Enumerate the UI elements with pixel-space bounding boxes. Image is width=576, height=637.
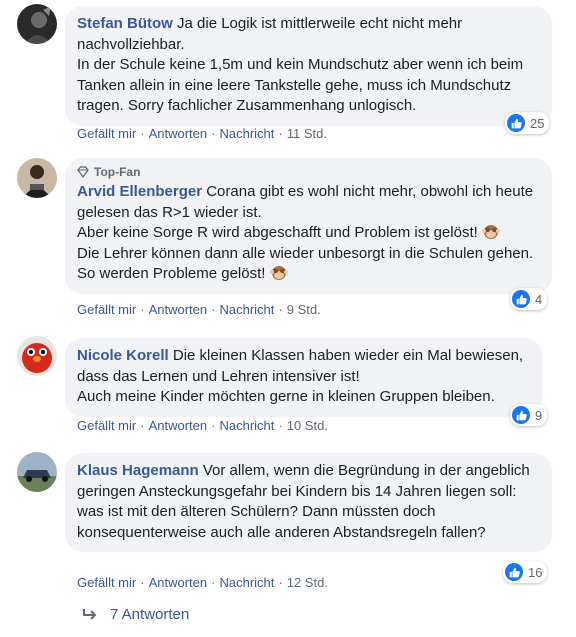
comment-text-continued: Die Lehrer können dann alle wieder unbes… <box>77 244 534 283</box>
thumbs-up-icon <box>507 114 525 132</box>
thumbs-up-icon <box>512 290 530 308</box>
timestamp[interactable]: 9 Std. <box>287 302 321 317</box>
comment-author[interactable]: Stefan Bütow <box>77 15 173 32</box>
reaction-number: 9 <box>535 407 543 423</box>
timestamp[interactable]: 11 Std. <box>287 126 327 141</box>
like-link[interactable]: Gefällt mir <box>77 575 136 590</box>
reaction-count[interactable]: 16 <box>503 561 548 583</box>
thumbs-up-icon <box>505 563 523 581</box>
replies-count-label: 7 Antworten <box>110 606 190 623</box>
message-link[interactable]: Nachricht <box>219 126 274 141</box>
avatar[interactable] <box>17 452 57 492</box>
comment-actions: Gefällt mir · Antworten · Nachricht · 10 Std. <box>77 418 328 433</box>
like-link[interactable]: Gefällt mir <box>77 302 136 317</box>
see-no-evil-monkey-icon <box>269 266 288 280</box>
like-link[interactable]: Gefällt mir <box>77 126 136 141</box>
message-link[interactable]: Nachricht <box>219 302 274 317</box>
view-replies-link[interactable]: 7 Antworten <box>82 606 189 623</box>
comment-actions: Gefällt mir · Antworten · Nachricht · 12 Std. <box>77 575 328 590</box>
comment-author[interactable]: Arvid Ellenberger <box>77 183 202 200</box>
comment-bubble: Klaus Hagemann Vor allem, wenn die Begrü… <box>65 453 552 552</box>
comment-bubble: Top-Fan Arvid Ellenberger Corana gibt es… <box>65 158 552 294</box>
message-link[interactable]: Nachricht <box>219 575 274 590</box>
comment-bubble: Nicole Korell Die kleinen Klassen haben … <box>65 338 542 417</box>
top-fan-label: Top-Fan <box>94 165 141 179</box>
reply-link[interactable]: Antworten <box>149 575 208 590</box>
comment-actions: Gefällt mir · Antworten · Nachricht · 9 Std. <box>77 302 321 317</box>
message-link[interactable]: Nachricht <box>219 418 274 433</box>
reaction-number: 25 <box>530 115 545 131</box>
reply-link[interactable]: Antworten <box>149 418 208 433</box>
reply-link[interactable]: Antworten <box>149 126 208 141</box>
diamond-icon <box>77 166 89 178</box>
timestamp[interactable]: 12 Std. <box>287 575 328 590</box>
top-fan-badge: Top-Fan <box>77 165 540 179</box>
comment-author[interactable]: Klaus Hagemann <box>77 462 199 479</box>
reply-link[interactable]: Antworten <box>149 302 208 317</box>
avatar[interactable] <box>17 336 57 376</box>
timestamp[interactable]: 10 Std. <box>287 418 328 433</box>
reaction-number: 16 <box>528 564 543 580</box>
see-no-evil-monkey-icon <box>481 225 500 239</box>
reaction-number: 4 <box>535 291 543 307</box>
reaction-count[interactable]: 4 <box>510 288 548 310</box>
avatar[interactable] <box>17 4 57 44</box>
reaction-count[interactable]: 25 <box>505 112 550 134</box>
thumbs-up-icon <box>512 406 530 424</box>
like-link[interactable]: Gefällt mir <box>77 418 136 433</box>
comment-actions: Gefällt mir · Antworten · Nachricht · 11 Std. <box>77 126 327 141</box>
reaction-count[interactable]: 9 <box>510 404 548 426</box>
comment-author[interactable]: Nicole Korell <box>77 347 169 364</box>
comment-bubble: Stefan Bütow Ja die Logik ist mittlerwei… <box>65 6 552 126</box>
reply-arrow-icon <box>83 608 97 620</box>
avatar[interactable] <box>17 158 57 198</box>
